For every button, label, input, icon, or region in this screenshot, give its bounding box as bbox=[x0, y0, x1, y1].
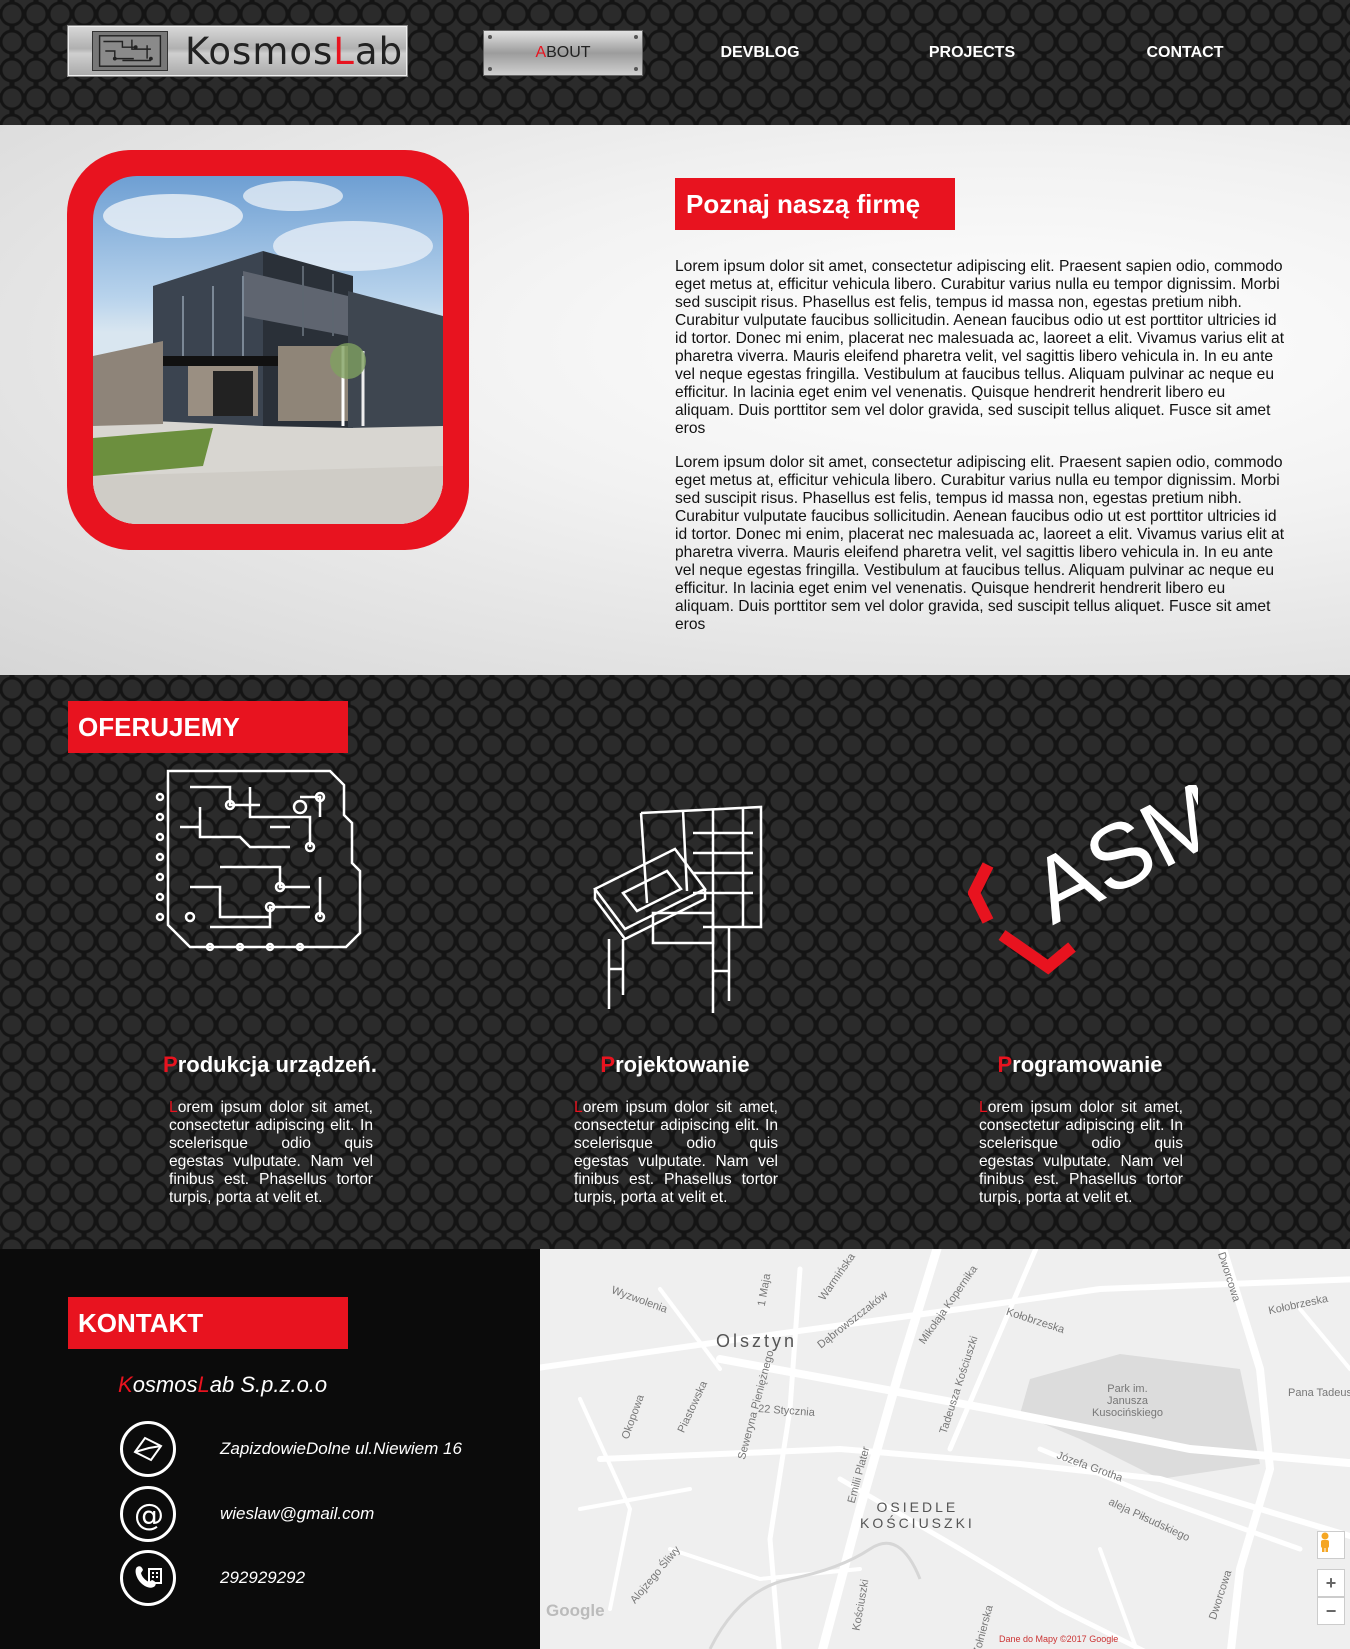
zoom-out-button[interactable]: − bbox=[1317, 1597, 1345, 1625]
map-attribution[interactable]: Dane do Mapy ©2017 Google bbox=[999, 1634, 1118, 1644]
svg-text:ASM: ASM bbox=[1015, 785, 1198, 943]
nav-projects[interactable]: PROJECTS bbox=[892, 30, 1052, 76]
map-street-label: Pana Tadeusza bbox=[1288, 1387, 1350, 1399]
nav-contact[interactable]: CONTACT bbox=[1105, 30, 1265, 76]
map-city-label: Olsztyn bbox=[716, 1331, 798, 1351]
offer-text-design: Lorem ipsum dolor sit amet, consectetur … bbox=[574, 1099, 778, 1206]
envelope-icon bbox=[120, 1421, 176, 1477]
google-map[interactable]: Olsztyn OSIEDLE KOŚCIUSZKI Park im. Janu… bbox=[540, 1249, 1350, 1649]
contact-address: ZapizdowieDolne ul.Niewiem 16 bbox=[220, 1439, 462, 1458]
header: KosmosLab A BOUT DEVBLOG PROJECTS CONTACT bbox=[0, 0, 1350, 125]
contact-title: KONTAKT bbox=[68, 1297, 348, 1349]
company-name: KosmosLab S.p.z.o.o bbox=[118, 1372, 328, 1397]
offer-heading-programming: Programowanie bbox=[997, 1052, 1163, 1077]
map-park-label: Park im. Janusza Kusocińskiego bbox=[1092, 1383, 1163, 1419]
nav-about[interactable]: A BOUT bbox=[483, 30, 643, 76]
offer-section: OFERUJEMY Produkcja urządzeń. Lorem ipsu… bbox=[0, 675, 1350, 1249]
about-paragraph-1: Lorem ipsum dolor sit amet, consectetur … bbox=[675, 258, 1285, 437]
svg-text:@: @ bbox=[134, 1498, 164, 1531]
offer-text-production: Lorem ipsum dolor sit amet, consectetur … bbox=[169, 1099, 373, 1206]
zoom-in-button[interactable]: + bbox=[1317, 1569, 1345, 1597]
logo[interactable]: KosmosLab bbox=[67, 25, 408, 77]
offer-heading-production: Produkcja urządzeń. bbox=[163, 1052, 377, 1077]
phone-icon bbox=[120, 1550, 176, 1606]
street-view-pegman-icon[interactable] bbox=[1317, 1531, 1345, 1559]
drafting-desk-icon bbox=[593, 803, 763, 1018]
contact-phone[interactable]: 292929292 bbox=[220, 1568, 305, 1588]
logo-text: KosmosLab bbox=[185, 30, 404, 73]
company-photo-frame bbox=[67, 150, 469, 550]
about-section: Poznaj naszą firmę Lorem ipsum dolor sit… bbox=[0, 125, 1350, 675]
google-logo[interactable]: Google bbox=[546, 1601, 605, 1621]
about-paragraph-2: Lorem ipsum dolor sit amet, consectetur … bbox=[675, 454, 1285, 633]
contact-section: KONTAKT KosmosLab S.p.z.o.o ZapizdowieDo… bbox=[0, 1249, 540, 1649]
about-title: Poznaj naszą firmę bbox=[675, 178, 955, 230]
contact-email-row: @ wieslaw@gmail.com bbox=[120, 1485, 374, 1543]
contact-address-row: ZapizdowieDolne ul.Niewiem 16 bbox=[120, 1420, 462, 1478]
circuit-chip-icon bbox=[92, 31, 168, 71]
offer-title: OFERUJEMY bbox=[68, 701, 348, 753]
offer-text-programming: Lorem ipsum dolor sit amet, consectetur … bbox=[979, 1099, 1183, 1206]
circuit-board-icon bbox=[150, 767, 370, 962]
offer-heading-design: Projektowanie bbox=[600, 1052, 750, 1077]
contact-email[interactable]: wieslaw@gmail.com bbox=[220, 1504, 374, 1524]
company-building-photo bbox=[93, 176, 443, 524]
nav-devblog[interactable]: DEVBLOG bbox=[680, 30, 840, 76]
chip-graphic bbox=[98, 35, 162, 67]
asm-logo-icon: ASM bbox=[967, 762, 1239, 990]
contact-phone-row: 292929292 bbox=[120, 1549, 305, 1607]
at-sign-icon: @ bbox=[120, 1486, 176, 1542]
map-district-label: OSIEDLE KOŚCIUSZKI bbox=[860, 1499, 975, 1531]
